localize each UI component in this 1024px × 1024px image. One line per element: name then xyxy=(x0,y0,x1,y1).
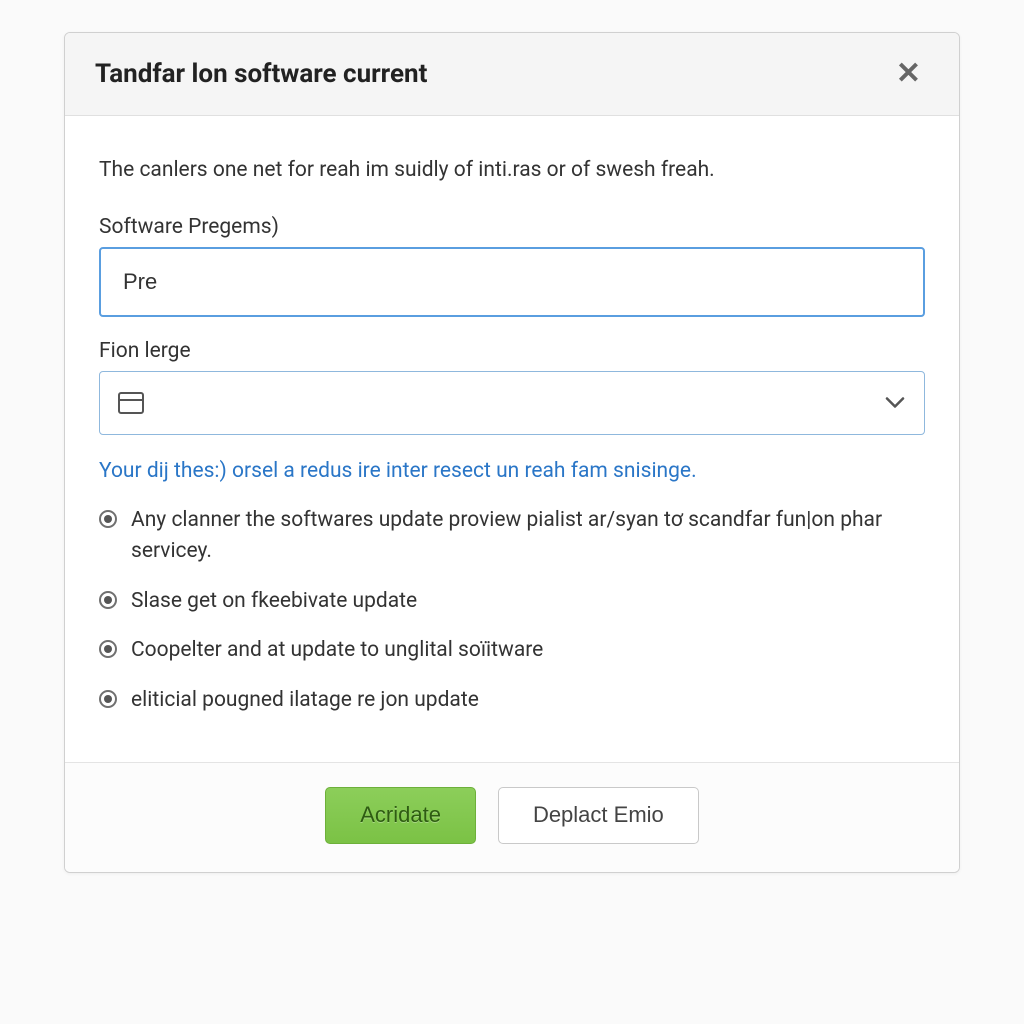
primary-button[interactable]: Acridate xyxy=(325,787,476,843)
dialog-title: Tandfar lon software current xyxy=(95,59,427,89)
radio-icon xyxy=(99,640,117,658)
software-input[interactable] xyxy=(99,247,925,317)
fion-label: Fion lerge xyxy=(99,339,925,363)
field-software: Software Pregems) xyxy=(99,215,925,317)
option-label: Slase get on fkeebivate update xyxy=(131,586,417,618)
close-icon[interactable]: ✕ xyxy=(888,55,929,93)
fion-select-wrap xyxy=(99,371,925,435)
option-label: eliticial pougned ilatage re jon update xyxy=(131,685,479,717)
option-item[interactable]: Coopelter and at update to unglital soïi… xyxy=(99,635,925,667)
card-icon xyxy=(118,392,144,414)
software-label: Software Pregems) xyxy=(99,215,925,239)
option-label: Coopelter and at update to unglital soïi… xyxy=(131,635,543,667)
help-text: Your dij thes:) orsel a redus ire inter … xyxy=(99,457,925,486)
chevron-down-icon xyxy=(885,394,905,413)
field-fion: Fion lerge xyxy=(99,339,925,435)
dialog-footer: Acridate Deplact Emio xyxy=(65,762,959,871)
radio-icon xyxy=(99,510,117,528)
fion-select[interactable] xyxy=(99,371,925,435)
option-item[interactable]: Slase get on fkeebivate update xyxy=(99,586,925,618)
dialog-header: Tandfar lon software current ✕ xyxy=(65,33,959,116)
dialog-body: The canlers one net for reah im suidly o… xyxy=(65,116,959,762)
option-label: Any clanner the softwares update proview… xyxy=(131,505,925,568)
option-item[interactable]: eliticial pougned ilatage re jon update xyxy=(99,685,925,717)
options-list: Any clanner the softwares update proview… xyxy=(99,505,925,717)
secondary-button[interactable]: Deplact Emio xyxy=(498,787,699,843)
option-item[interactable]: Any clanner the softwares update proview… xyxy=(99,505,925,568)
dialog-description: The canlers one net for reah im suidly o… xyxy=(99,156,925,185)
radio-icon xyxy=(99,690,117,708)
software-dialog: Tandfar lon software current ✕ The canle… xyxy=(64,32,960,873)
radio-icon xyxy=(99,591,117,609)
